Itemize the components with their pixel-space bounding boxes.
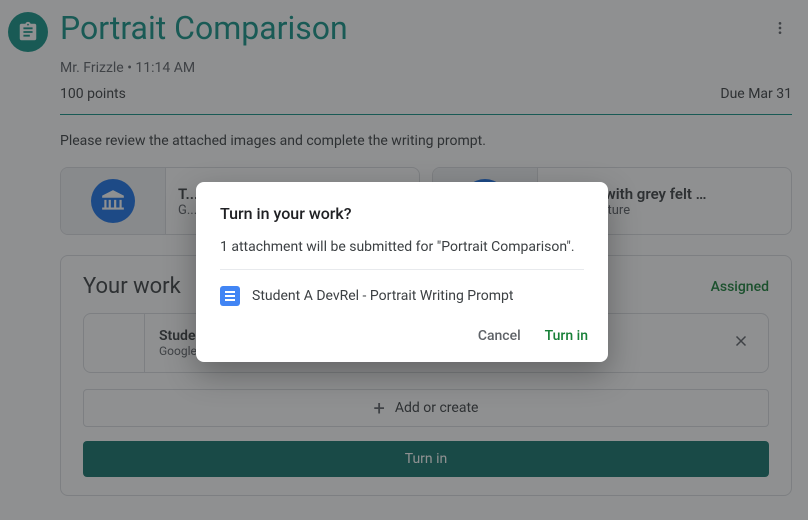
turn-in-dialog: Turn in your work? 1 attachment will be …	[196, 182, 608, 362]
dialog-actions: Cancel Turn in	[196, 324, 608, 362]
page-root: Portrait Comparison Mr. Frizzle • 11:14 …	[0, 0, 808, 520]
google-doc-icon	[220, 286, 240, 306]
dialog-attachment-name: Student A DevRel - Portrait Writing Prom…	[252, 288, 513, 304]
confirm-turn-in-button[interactable]: Turn in	[545, 328, 588, 344]
dialog-attachment: Student A DevRel - Portrait Writing Prom…	[196, 270, 608, 324]
dialog-body: 1 attachment will be submitted for "Port…	[196, 239, 608, 269]
dialog-title: Turn in your work?	[196, 182, 608, 239]
cancel-button[interactable]: Cancel	[478, 328, 521, 344]
